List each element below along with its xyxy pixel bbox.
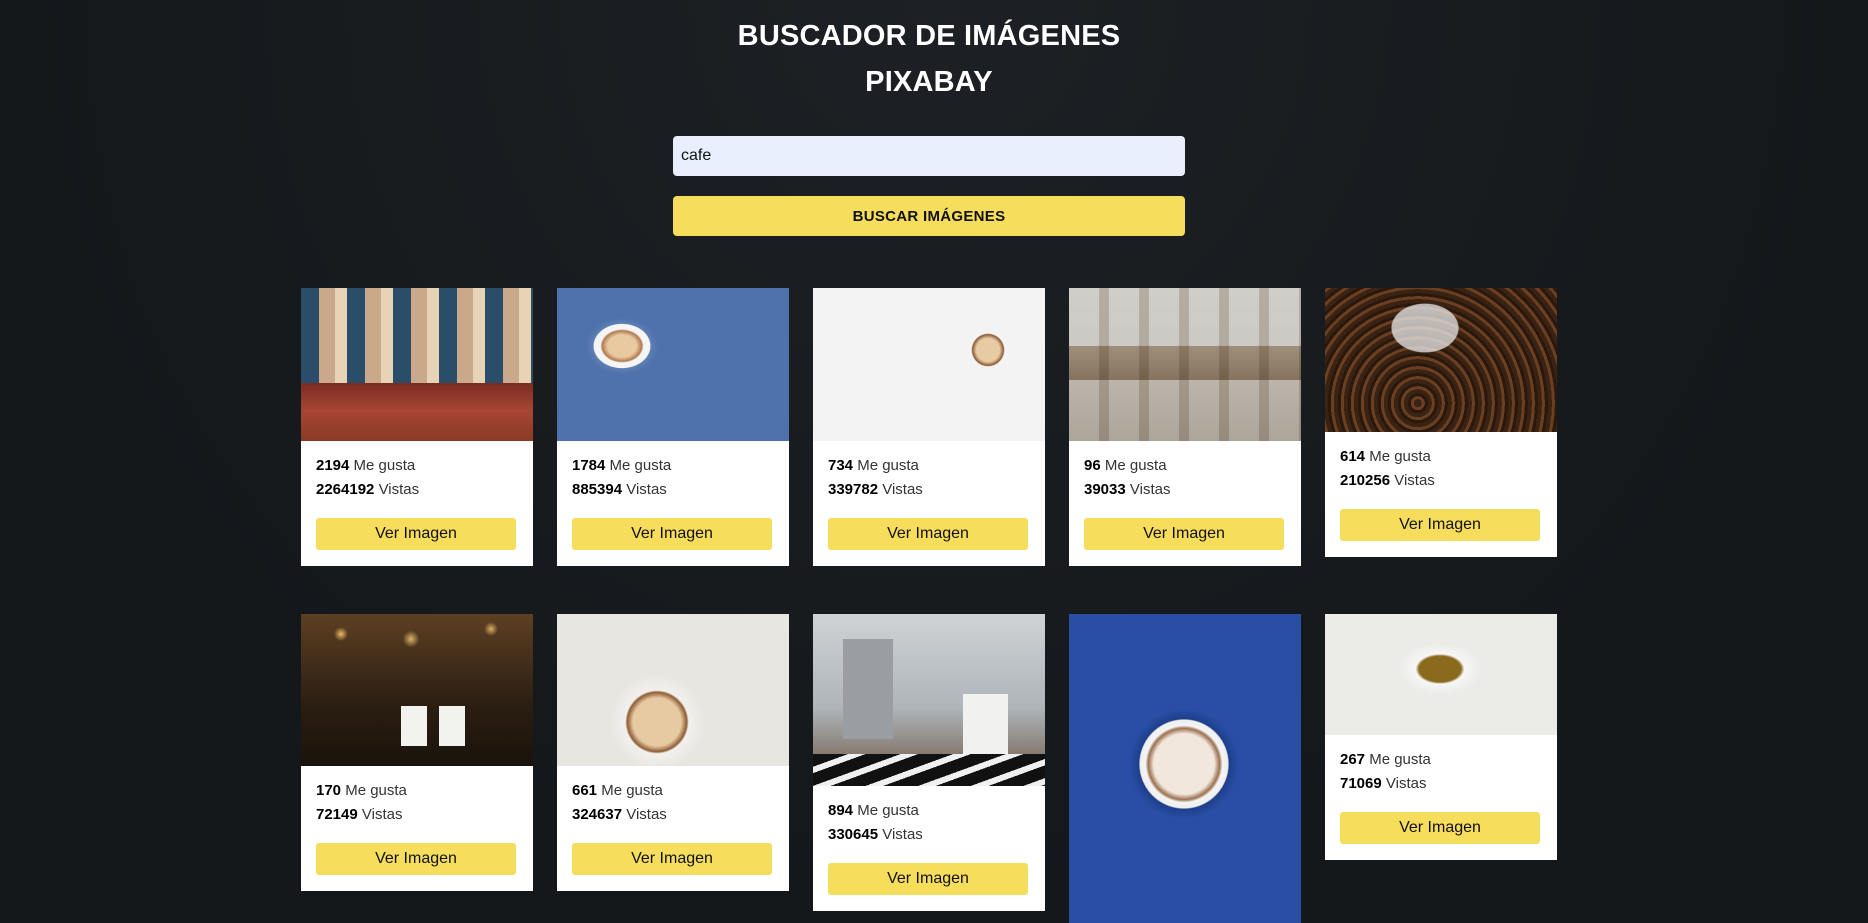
likes-count: 2194 <box>316 457 350 474</box>
view-image-button[interactable]: Ver Imagen <box>572 518 772 550</box>
likes-count: 894 <box>828 802 854 819</box>
views-label: Vistas <box>1129 481 1171 498</box>
likes-count: 734 <box>828 457 854 474</box>
view-image-button[interactable]: Ver Imagen <box>316 518 516 550</box>
views-label: Vistas <box>882 826 923 843</box>
image-card: 894 Me gusta 330645 Vistas Ver Imagen <box>813 614 1045 911</box>
views-count: 324637 <box>572 806 623 823</box>
views-label: Vistas <box>882 481 923 498</box>
likes-count: 170 <box>316 782 342 799</box>
likes-count: 614 <box>1340 448 1366 465</box>
likes-count: 267 <box>1340 751 1366 768</box>
likes-count: 96 <box>1084 457 1101 474</box>
image-card: 170 Me gusta 72149 Vistas Ver Imagen <box>301 614 533 891</box>
likes-label: Me gusta <box>345 782 407 799</box>
likes-count: 1784 <box>572 457 606 474</box>
views-count: 39033 <box>1084 481 1126 498</box>
result-image[interactable] <box>813 614 1045 786</box>
views-count: 885394 <box>572 481 623 498</box>
views-label: Vistas <box>1385 775 1427 792</box>
image-card <box>1069 614 1301 923</box>
view-image-button[interactable]: Ver Imagen <box>1340 509 1540 541</box>
views-label: Vistas <box>1394 472 1435 489</box>
view-image-button[interactable]: Ver Imagen <box>316 843 516 875</box>
likes-label: Me gusta <box>609 457 672 474</box>
page-subtitle: PIXABAY <box>865 66 993 98</box>
views-count: 330645 <box>828 826 879 843</box>
image-card: 96 Me gusta 39033 Vistas Ver Imagen <box>1069 288 1301 566</box>
view-image-button[interactable]: Ver Imagen <box>828 863 1028 895</box>
result-image[interactable] <box>1325 614 1557 735</box>
result-image[interactable] <box>301 614 533 766</box>
result-image[interactable] <box>813 288 1045 441</box>
result-image[interactable] <box>1069 288 1301 441</box>
views-count: 210256 <box>1340 472 1391 489</box>
search-button[interactable]: BUSCAR IMÁGENES <box>673 196 1185 236</box>
page-title: BUSCADOR DE IMÁGENES <box>737 20 1121 52</box>
view-image-button[interactable]: Ver Imagen <box>572 843 772 875</box>
likes-label: Me gusta <box>857 802 919 819</box>
likes-label: Me gusta <box>1104 457 1167 474</box>
likes-count: 661 <box>572 782 598 799</box>
image-card: 614 Me gusta 210256 Vistas Ver Imagen <box>1325 288 1557 557</box>
search-input[interactable] <box>673 136 1185 176</box>
image-card: 1784 Me gusta 885394 Vistas Ver Imagen <box>557 288 789 566</box>
likes-label: Me gusta <box>601 782 663 799</box>
views-count: 339782 <box>828 481 879 498</box>
image-card: 661 Me gusta 324637 Vistas Ver Imagen <box>557 614 789 891</box>
result-image[interactable] <box>557 288 789 441</box>
result-image[interactable] <box>557 614 789 766</box>
result-image[interactable] <box>1325 288 1557 432</box>
page: BUSCADOR DE IMÁGENES PIXABAY BUSCAR IMÁG… <box>0 0 1868 923</box>
views-count: 72149 <box>316 806 358 823</box>
views-count: 71069 <box>1340 775 1382 792</box>
likes-label: Me gusta <box>1369 751 1431 768</box>
views-count: 2264192 <box>316 481 375 498</box>
views-label: Vistas <box>361 806 403 823</box>
view-image-button[interactable]: Ver Imagen <box>1084 518 1284 550</box>
image-card: 734 Me gusta 339782 Vistas Ver Imagen <box>813 288 1045 566</box>
views-label: Vistas <box>626 806 667 823</box>
view-image-button[interactable]: Ver Imagen <box>1340 812 1540 844</box>
result-image[interactable] <box>301 288 533 441</box>
likes-label: Me gusta <box>1369 448 1431 465</box>
views-label: Vistas <box>378 481 420 498</box>
views-label: Vistas <box>626 481 667 498</box>
likes-label: Me gusta <box>353 457 416 474</box>
likes-label: Me gusta <box>857 457 919 474</box>
result-image[interactable] <box>1069 614 1301 923</box>
image-card: 2194 Me gusta 2264192 Vistas Ver Imagen <box>301 288 533 566</box>
image-card: 267 Me gusta 71069 Vistas Ver Imagen <box>1325 614 1557 860</box>
view-image-button[interactable]: Ver Imagen <box>828 518 1028 550</box>
